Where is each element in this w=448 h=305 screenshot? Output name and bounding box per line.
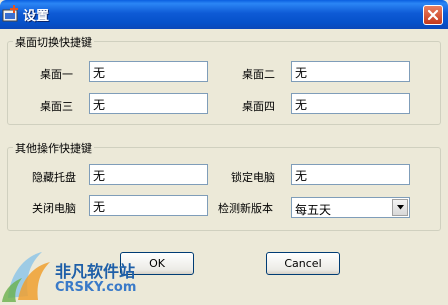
desktop-3-hotkey-input[interactable]: 无 (89, 93, 208, 114)
cancel-button[interactable]: Cancel (266, 252, 340, 275)
desktop-2-label: 桌面二 (242, 68, 275, 81)
title-bar: 设置 (0, 0, 448, 29)
lock-pc-label: 锁定电脑 (231, 171, 275, 184)
check-update-label: 检测新版本 (218, 202, 273, 215)
chevron-down-icon (397, 205, 404, 210)
desktop-3-label: 桌面三 (40, 100, 73, 113)
app-icon (2, 5, 21, 24)
hide-tray-hotkey-input[interactable]: 无 (89, 164, 208, 185)
watermark-en-text: CRSKY.com (55, 280, 137, 295)
lock-pc-hotkey-input[interactable]: 无 (291, 164, 410, 185)
check-update-selected: 每五天 (295, 203, 332, 217)
desktop-1-label: 桌面一 (40, 68, 73, 81)
hide-tray-label: 隐藏托盘 (32, 171, 76, 184)
close-button[interactable] (423, 5, 443, 25)
shutdown-label: 关闭电脑 (32, 202, 76, 215)
desktop-1-hotkey-input[interactable]: 无 (89, 61, 208, 82)
desktop-4-label: 桌面四 (242, 100, 275, 113)
window-title: 设置 (23, 9, 50, 24)
close-icon (427, 9, 439, 21)
other-group-legend: 其他操作快捷键 (13, 140, 94, 156)
shutdown-hotkey-input[interactable]: 无 (89, 195, 208, 216)
check-update-select[interactable]: 每五天 (291, 197, 410, 218)
other-hotkey-group: 其他操作快捷键 (7, 140, 441, 231)
watermark-cn-text: 非凡软件站 (55, 262, 136, 281)
desktop-group-legend: 桌面切换快捷键 (13, 34, 94, 50)
desktop-2-hotkey-input[interactable]: 无 (291, 61, 410, 82)
desktop-4-hotkey-input[interactable]: 无 (291, 93, 410, 114)
dropdown-button[interactable] (392, 199, 408, 216)
